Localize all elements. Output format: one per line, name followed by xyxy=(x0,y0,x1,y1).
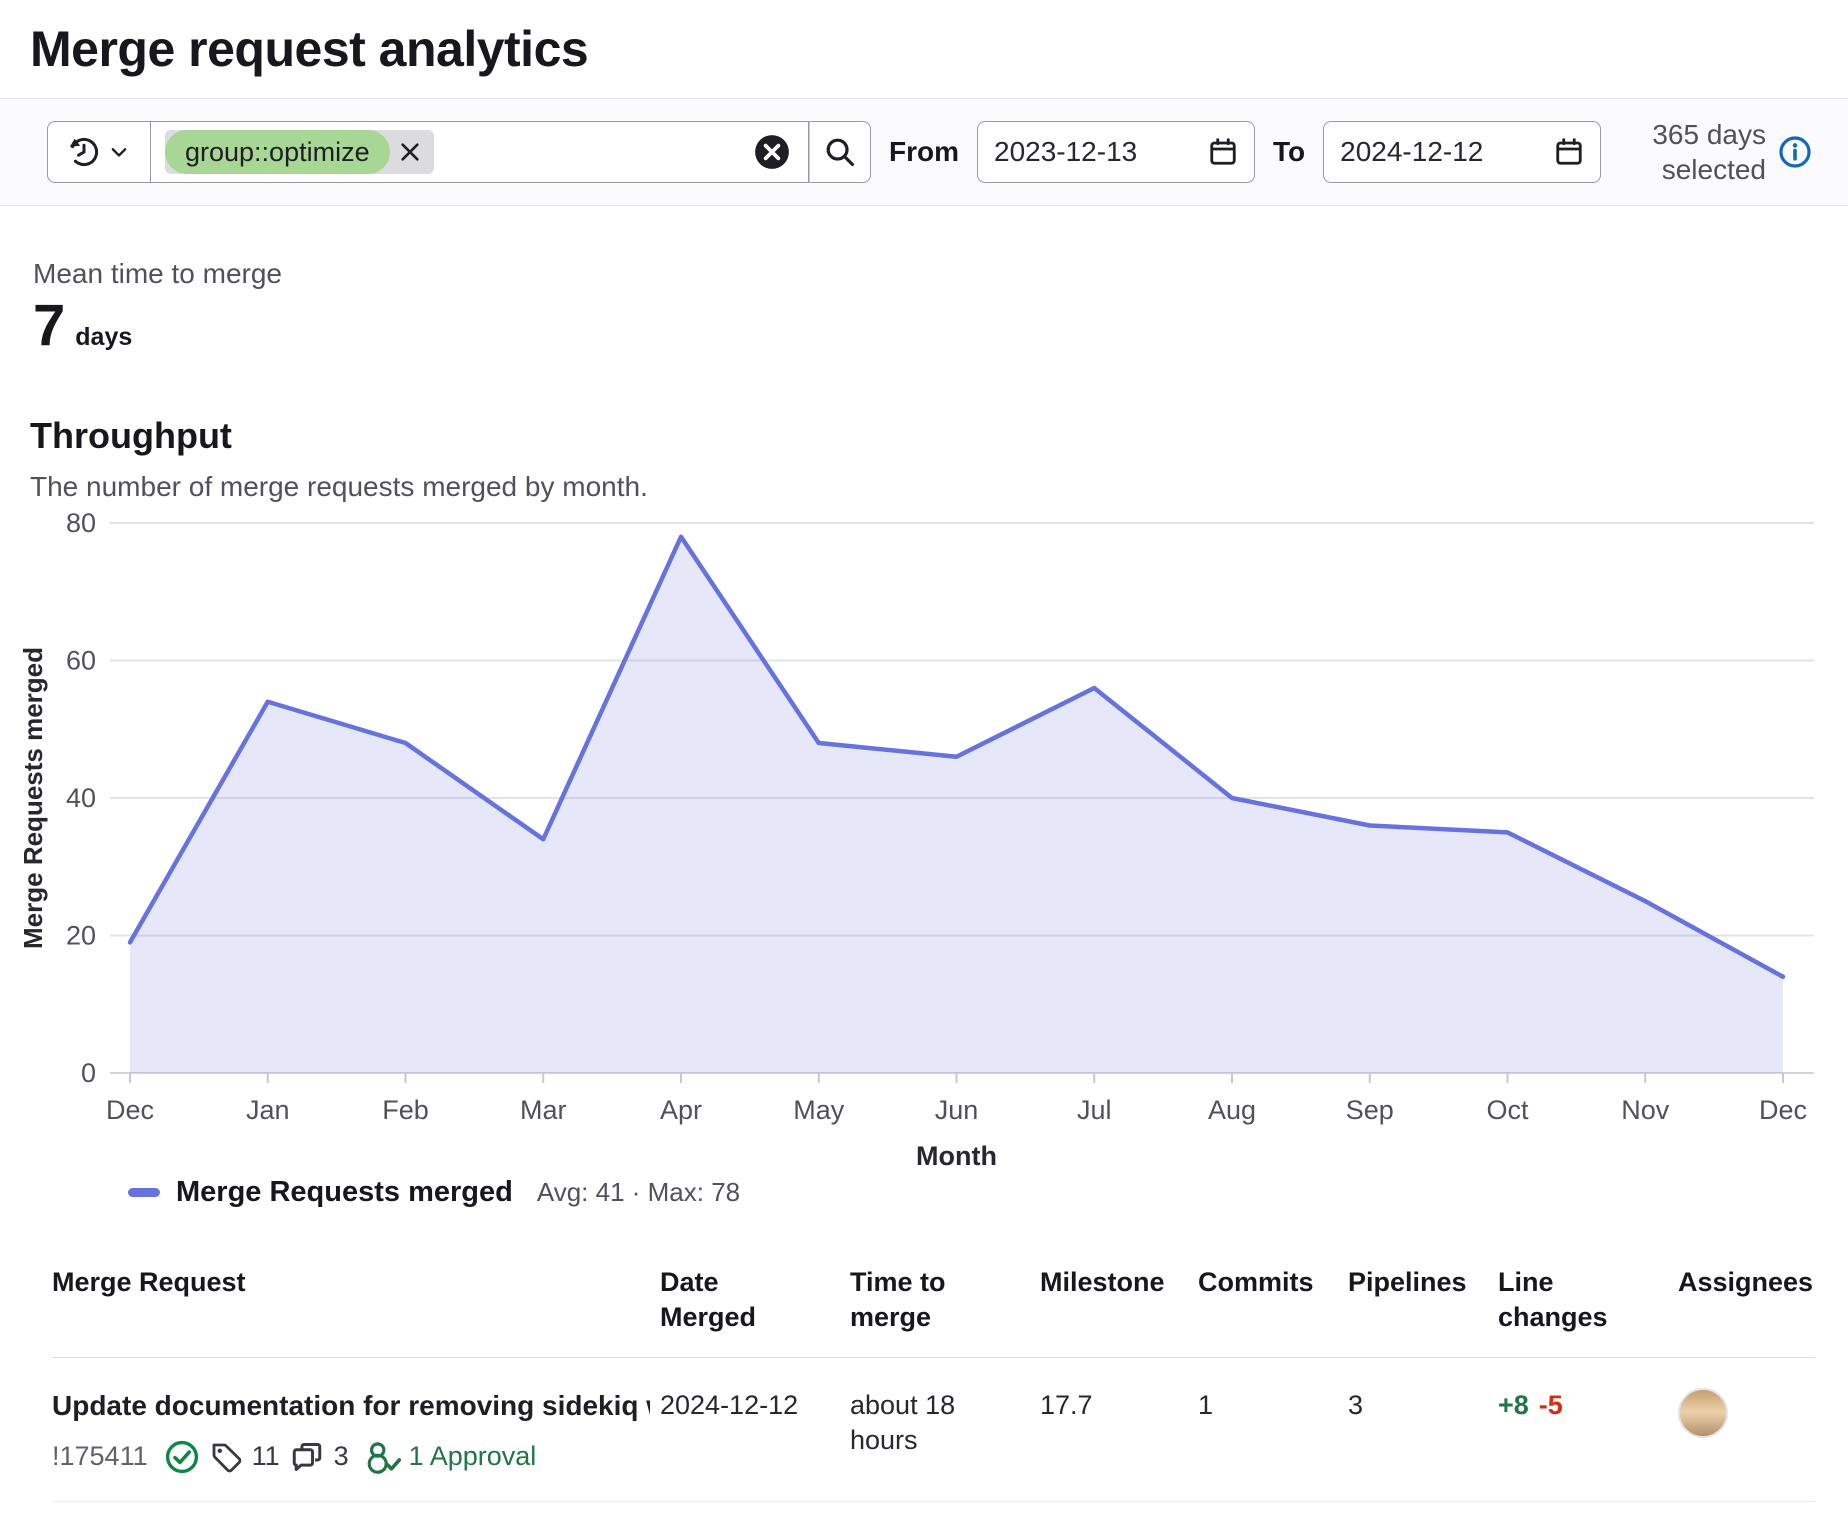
milestone-cell: 17.7 xyxy=(1040,1358,1198,1500)
search-icon xyxy=(824,136,856,168)
x-tick-label: Dec xyxy=(106,1095,154,1125)
assignees-cell xyxy=(1678,1502,1815,1516)
throughput-heading: Throughput xyxy=(30,415,1848,457)
filtered-search: group::optimize xyxy=(47,121,871,183)
pipelines-cell: 8 xyxy=(1348,1502,1498,1516)
approval-icon xyxy=(365,1440,401,1474)
metric-unit: days xyxy=(75,323,132,352)
legend-stats: Avg: 41 · Max: 78 xyxy=(537,1177,740,1208)
x-tick-label: May xyxy=(793,1095,845,1125)
comments-icon xyxy=(290,1440,324,1474)
x-tick-label: Aug xyxy=(1208,1095,1256,1125)
merge-request-cell: Update documentation for removing sideki… xyxy=(52,1358,660,1500)
line-changes-cell: +8 -5 xyxy=(1498,1358,1678,1500)
mean-time-to-merge-metric: Mean time to merge 7 days xyxy=(33,258,1848,359)
to-label: To xyxy=(1273,136,1305,168)
y-tick-label: 20 xyxy=(66,921,96,951)
calendar-icon[interactable] xyxy=(1208,137,1238,167)
additions: +8 xyxy=(1498,1390,1529,1420)
col-milestone: Milestone xyxy=(1040,1249,1198,1357)
y-tick-label: 80 xyxy=(66,508,96,538)
table-header-row: Merge Request Date Merged Time to merge … xyxy=(52,1249,1815,1358)
x-tick-label: Feb xyxy=(382,1095,429,1125)
area-fill xyxy=(130,537,1783,1073)
commits-cell: 1 xyxy=(1198,1358,1348,1500)
chevron-down-icon xyxy=(108,141,130,163)
from-date-value: 2023-12-13 xyxy=(994,136,1208,168)
merge-request-link[interactable]: Update documentation for removing sideki… xyxy=(52,1388,650,1424)
days-selected: 365 days selected xyxy=(1636,117,1812,187)
merge-request-ref: !175411 xyxy=(52,1439,148,1474)
x-tick-label: Nov xyxy=(1621,1095,1670,1125)
filter-token-value[interactable]: group::optimize xyxy=(165,130,390,174)
area-chart-canvas[interactable]: 0 20 40 60 80 Dec Jan Feb Mar Apr May Jun Jul Aug Sep O… xyxy=(0,507,1848,1169)
info-icon[interactable] xyxy=(1778,135,1812,169)
col-date-merged: Date Merged xyxy=(660,1249,850,1357)
y-axis-title: Merge Requests merged xyxy=(18,647,48,949)
pipeline-passed-icon[interactable] xyxy=(164,1439,200,1475)
search-input[interactable]: group::optimize xyxy=(151,121,809,183)
filter-token: group::optimize xyxy=(165,130,434,174)
token-remove-button[interactable] xyxy=(390,132,430,172)
legend-dash xyxy=(128,1188,160,1197)
y-tick-label: 60 xyxy=(66,646,96,676)
metric-value: 7 xyxy=(33,292,65,359)
merge-request-cell: Doc update for AiUsage api only for user… xyxy=(52,1502,660,1516)
date-merged-cell: 2024-12-12 xyxy=(660,1358,850,1500)
commits-cell: 4 xyxy=(1198,1502,1348,1516)
pipelines-cell: 3 xyxy=(1348,1358,1498,1500)
days-selected-text: 365 days selected xyxy=(1636,117,1766,187)
metric-label: Mean time to merge xyxy=(33,258,1848,290)
from-date-input[interactable]: 2023-12-13 xyxy=(977,121,1255,183)
clear-search-button[interactable] xyxy=(750,130,794,174)
x-tick-label: Apr xyxy=(660,1095,702,1125)
throughput-chart[interactable]: 0 20 40 60 80 Dec Jan Feb Mar Apr May Jun Jul Aug Sep O… xyxy=(0,507,1848,1209)
filter-bar: group::optimize From 2023-12-13 To 2024-… xyxy=(0,98,1848,206)
milestone-cell: 17.7 xyxy=(1040,1502,1198,1516)
time-to-merge-cell: 6 days xyxy=(850,1502,1000,1516)
page-title: Merge request analytics xyxy=(30,20,1848,78)
label-icon xyxy=(210,1441,242,1473)
x-tick-label: Jan xyxy=(246,1095,290,1125)
col-time-to-merge: Time to merge xyxy=(850,1249,1040,1357)
history-icon xyxy=(68,136,100,168)
to-date-input[interactable]: 2024-12-12 xyxy=(1323,121,1601,183)
x-tick-label: Jun xyxy=(935,1095,979,1125)
x-tick-label: Oct xyxy=(1486,1095,1529,1125)
labels-count: 11 xyxy=(252,1439,280,1474)
line-changes-cell: +7-4 xyxy=(1498,1502,1678,1516)
y-tick-label: 40 xyxy=(66,783,96,813)
x-tick-label: Mar xyxy=(520,1095,567,1125)
comments-count: 3 xyxy=(334,1439,349,1474)
search-submit-button[interactable] xyxy=(809,121,871,183)
assignees-cell xyxy=(1678,1358,1815,1500)
x-tick-label: Dec xyxy=(1759,1095,1807,1125)
col-assignees: Assignees xyxy=(1678,1249,1815,1357)
x-tick-label: Jul xyxy=(1077,1095,1112,1125)
search-history-button[interactable] xyxy=(47,121,151,183)
throughput-description: The number of merge requests merged by m… xyxy=(30,471,1848,503)
date-merged-cell: 2024-12-11 xyxy=(660,1502,850,1516)
assignee-avatar[interactable] xyxy=(1678,1388,1728,1438)
merge-request-table: Merge Request Date Merged Time to merge … xyxy=(52,1249,1815,1516)
approvals-badge: 1 Approval xyxy=(365,1439,537,1474)
col-pipelines: Pipelines xyxy=(1348,1249,1498,1357)
table-row: Doc update for AiUsage api only for user… xyxy=(52,1502,1815,1516)
approvals-text: 1 Approval xyxy=(409,1439,537,1474)
x-tick-label: Sep xyxy=(1346,1095,1394,1125)
y-tick-label: 0 xyxy=(81,1058,96,1088)
chart-legend: Merge Requests merged Avg: 41 · Max: 78 xyxy=(128,1176,1848,1209)
col-commits: Commits xyxy=(1198,1249,1348,1357)
time-to-merge-cell: about 18 hours xyxy=(850,1358,1000,1500)
x-axis-title: Month xyxy=(916,1141,997,1169)
from-label: From xyxy=(889,136,959,168)
deletions: -5 xyxy=(1539,1390,1563,1420)
calendar-icon[interactable] xyxy=(1554,137,1584,167)
col-merge-request: Merge Request xyxy=(52,1249,660,1357)
legend-series-label: Merge Requests merged xyxy=(176,1176,513,1209)
to-date-value: 2024-12-12 xyxy=(1340,136,1554,168)
table-row: Update documentation for removing sideki… xyxy=(52,1358,1815,1501)
col-line-changes: Line changes xyxy=(1498,1249,1678,1357)
